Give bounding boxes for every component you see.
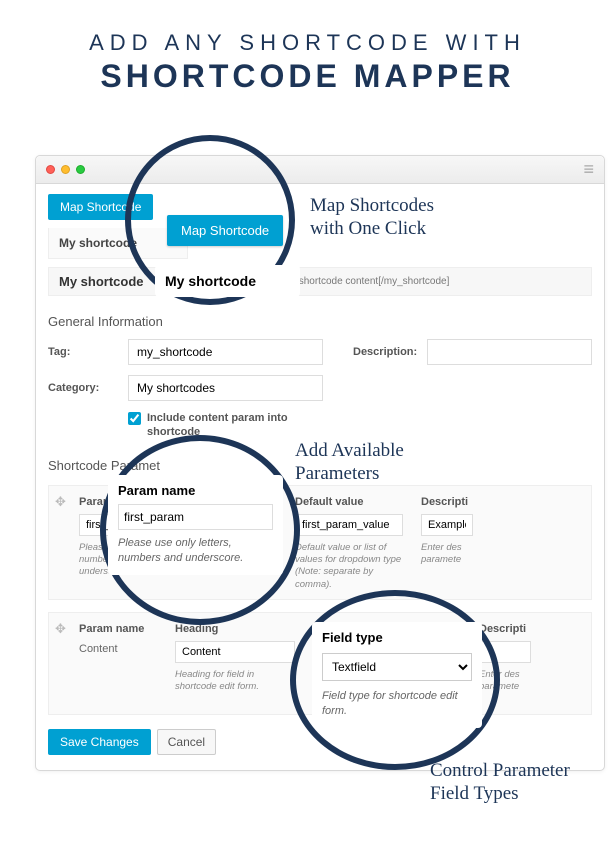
- tag-input[interactable]: [128, 339, 323, 365]
- description-input[interactable]: [427, 339, 592, 365]
- desc-hint-2: Enter des paramete: [479, 669, 531, 694]
- close-icon[interactable]: [46, 165, 55, 174]
- default-value-hint: Default value or list of values for drop…: [295, 542, 403, 591]
- callout-field-type-title: Field type: [322, 630, 472, 645]
- description-input-param[interactable]: [421, 514, 473, 536]
- callout-shortcode-title: My shortcode: [155, 265, 300, 297]
- description-hint: Enter des paramete: [421, 542, 473, 567]
- callout-field-type-select[interactable]: Textfield: [322, 653, 472, 681]
- annotation-3: Control ParameterField Types: [430, 760, 570, 806]
- include-content-label: Include content param into shortcode: [147, 411, 297, 440]
- heading-hint: Heading for field in shortcode edit form…: [175, 669, 295, 694]
- shortcode-preview-label: My shortcode: [59, 274, 144, 289]
- param-name-value-2: Content: [79, 641, 157, 655]
- callout-field-type-hint: Field type for shortcode edit form.: [322, 689, 472, 720]
- cancel-button[interactable]: Cancel: [157, 729, 216, 755]
- move-icon[interactable]: ✥: [55, 494, 66, 510]
- param-name-header-2: Param name: [79, 623, 157, 635]
- category-input[interactable]: [128, 375, 323, 401]
- move-icon[interactable]: ✥: [55, 621, 66, 637]
- general-info-heading: General Information: [48, 314, 592, 329]
- callout-param-name-title: Param name: [118, 483, 273, 498]
- callout-param-name: Param name Please use only letters, numb…: [108, 475, 283, 575]
- desc-header-2: Descripti: [479, 623, 531, 635]
- maximize-icon[interactable]: [76, 165, 85, 174]
- callout-shortcode-title-text: My shortcode: [165, 273, 290, 289]
- include-content-checkbox[interactable]: [128, 412, 141, 425]
- default-value-header: Default value: [295, 496, 403, 508]
- desc-input-2[interactable]: [479, 641, 531, 663]
- heading-input[interactable]: [175, 641, 295, 663]
- callout-field-type: Field type Textfield Field type for shor…: [312, 622, 482, 728]
- callout-param-name-hint: Please use only letters, numbers and und…: [118, 536, 273, 567]
- hero-title: SHORTCODE MAPPER: [20, 58, 595, 95]
- annotation-1: Map Shortcodeswith One Click: [310, 195, 434, 241]
- callout-map-shortcode-button[interactable]: Map Shortcode: [167, 215, 283, 246]
- window-controls: [46, 165, 85, 174]
- hero-subtitle: ADD ANY SHORTCODE WITH: [20, 30, 595, 56]
- map-shortcode-button[interactable]: Map Shortcode: [48, 194, 153, 220]
- default-value-input[interactable]: [295, 514, 403, 536]
- minimize-icon[interactable]: [61, 165, 70, 174]
- category-label: Category:: [48, 382, 118, 394]
- description-header: Descripti: [421, 496, 473, 508]
- window-titlebar: ≡: [36, 156, 604, 184]
- tag-label: Tag:: [48, 346, 118, 358]
- annotation-2: Add AvailableParameters: [295, 440, 404, 486]
- hamburger-icon[interactable]: ≡: [583, 159, 594, 180]
- callout-param-name-input[interactable]: [118, 504, 273, 530]
- heading-header: Heading: [175, 623, 295, 635]
- shortcode-preview-row: My shortcode am="first_param_value"]My s…: [48, 267, 592, 296]
- description-label: Description:: [353, 346, 417, 358]
- save-changes-button[interactable]: Save Changes: [48, 729, 151, 755]
